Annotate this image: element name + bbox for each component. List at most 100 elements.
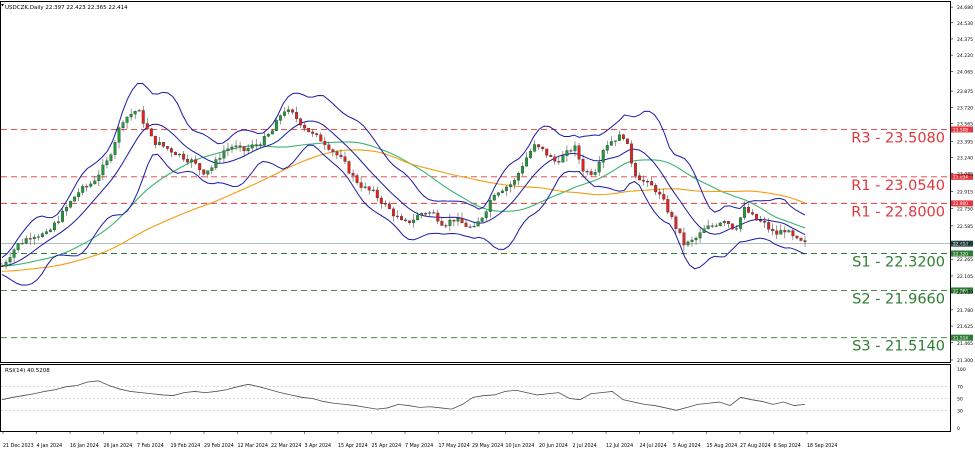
candle-body	[8, 257, 12, 263]
candle-body	[508, 184, 512, 188]
x-tick-label: 10 Jun 2024	[506, 443, 535, 449]
candle-body	[319, 134, 323, 142]
candle-body	[359, 182, 363, 188]
candle-body	[89, 183, 93, 187]
chart-container[interactable]: R3 - 23.5080 23.508 R1 - 23.0540 23.054 R1 -…	[0, 0, 975, 452]
candle-body	[617, 134, 621, 141]
candle-body	[783, 230, 787, 233]
candle-body	[638, 175, 642, 181]
candle-body	[565, 150, 569, 156]
candle-body	[387, 203, 391, 210]
candle-body	[650, 181, 654, 186]
price-axis: 24.680 24.530 24.375 24.220 24.065 23.875 23.7…	[950, 5, 973, 364]
x-tick-label: 16 Jan 2024	[70, 443, 99, 449]
candle-body	[0, 265, 4, 267]
candle-body	[383, 203, 387, 205]
candle-body	[710, 225, 714, 227]
candle-body	[339, 154, 343, 157]
candle-body	[642, 179, 646, 182]
x-tick-label: 12 Jul 2024	[606, 443, 633, 449]
candle-body	[722, 221, 726, 224]
x-tick-label: 18 Sep 2024	[807, 443, 837, 449]
candle-body	[307, 128, 311, 133]
level-label: S2 - 21.9660	[852, 291, 945, 307]
candle-body	[553, 156, 557, 162]
candle-body	[747, 206, 750, 213]
x-tick-label: 26 Jan 2024	[104, 443, 133, 449]
candle-body	[690, 239, 694, 242]
y-tick-label: 21.780	[957, 308, 973, 314]
candle-body	[125, 116, 129, 123]
x-tick-label: 22 Mar 2024	[271, 443, 301, 449]
candle-body	[581, 159, 585, 172]
candle-body	[456, 218, 460, 222]
candle-body	[295, 112, 299, 119]
rsi-tick-label: 70	[957, 385, 963, 391]
candle-body	[533, 144, 537, 152]
x-tick-label: 3 Apr 2024	[305, 443, 332, 449]
candle-body	[468, 226, 472, 228]
y-tick-label: 24.530	[957, 21, 973, 27]
candle-body	[238, 145, 242, 147]
candle-body	[121, 122, 125, 129]
candle-body	[206, 170, 210, 175]
candle-body	[424, 213, 428, 215]
candle-body	[460, 218, 464, 224]
candle-body	[585, 171, 589, 173]
candle-body	[371, 189, 375, 191]
candle-body	[529, 151, 533, 158]
x-tick-label: 25 Apr 2024	[372, 443, 402, 449]
candle-body	[214, 159, 218, 168]
candle-body	[165, 146, 169, 149]
candle-body	[738, 217, 742, 229]
candle-body	[787, 230, 791, 233]
price-chart[interactable]: R3 - 23.5080 23.508R1 - 23.0540 23.054R1 -…	[0, 0, 975, 452]
candle-body	[706, 225, 710, 229]
candle-body	[799, 237, 803, 241]
candle-body	[577, 145, 581, 160]
candle-body	[440, 221, 444, 226]
candle-body	[476, 221, 480, 227]
candle-body	[129, 113, 133, 118]
candle-body	[513, 180, 516, 185]
candle-body	[630, 143, 633, 164]
candle-body	[613, 140, 617, 142]
rsi-tick-label: 30	[957, 408, 963, 414]
candle-body	[137, 110, 141, 112]
candle-body	[77, 192, 81, 198]
level-label: S1 - 22.3200	[852, 255, 945, 271]
candle-body	[448, 219, 452, 226]
x-tick-label: 6 Sep 2024	[774, 443, 801, 449]
candle-body	[170, 148, 173, 153]
candle-body	[420, 213, 424, 216]
candle-body	[242, 146, 246, 152]
candle-body	[363, 186, 367, 188]
candle-body	[654, 185, 658, 193]
candle-body	[432, 212, 436, 214]
candle-body	[113, 142, 117, 155]
y-tick-label: 24.680	[957, 5, 973, 11]
candle-body	[609, 141, 613, 146]
candle-body	[198, 163, 202, 170]
candle-body	[726, 221, 730, 224]
candle-body	[283, 111, 286, 116]
candle-body	[20, 243, 24, 245]
candle-body	[335, 151, 339, 156]
y-tick-label: 23.875	[957, 89, 973, 95]
candle-body	[355, 175, 359, 183]
candle-body	[343, 156, 347, 162]
x-tick-label: 17 May 2024	[439, 443, 470, 449]
candle-body	[133, 111, 137, 115]
candle-body	[24, 238, 28, 244]
candle-body	[694, 237, 698, 241]
candle-body	[73, 196, 77, 202]
candle-body	[391, 208, 395, 217]
x-tick-label: 5 Aug 2024	[673, 443, 701, 449]
candle-body	[545, 148, 549, 156]
candle-body	[759, 219, 763, 222]
candle-body	[266, 133, 270, 137]
rsi-tick-label: 0	[957, 426, 960, 432]
level-label: S3 - 21.5140	[852, 339, 945, 355]
candle-body	[404, 219, 407, 221]
level-price-tag-text: 21.514	[953, 335, 968, 341]
